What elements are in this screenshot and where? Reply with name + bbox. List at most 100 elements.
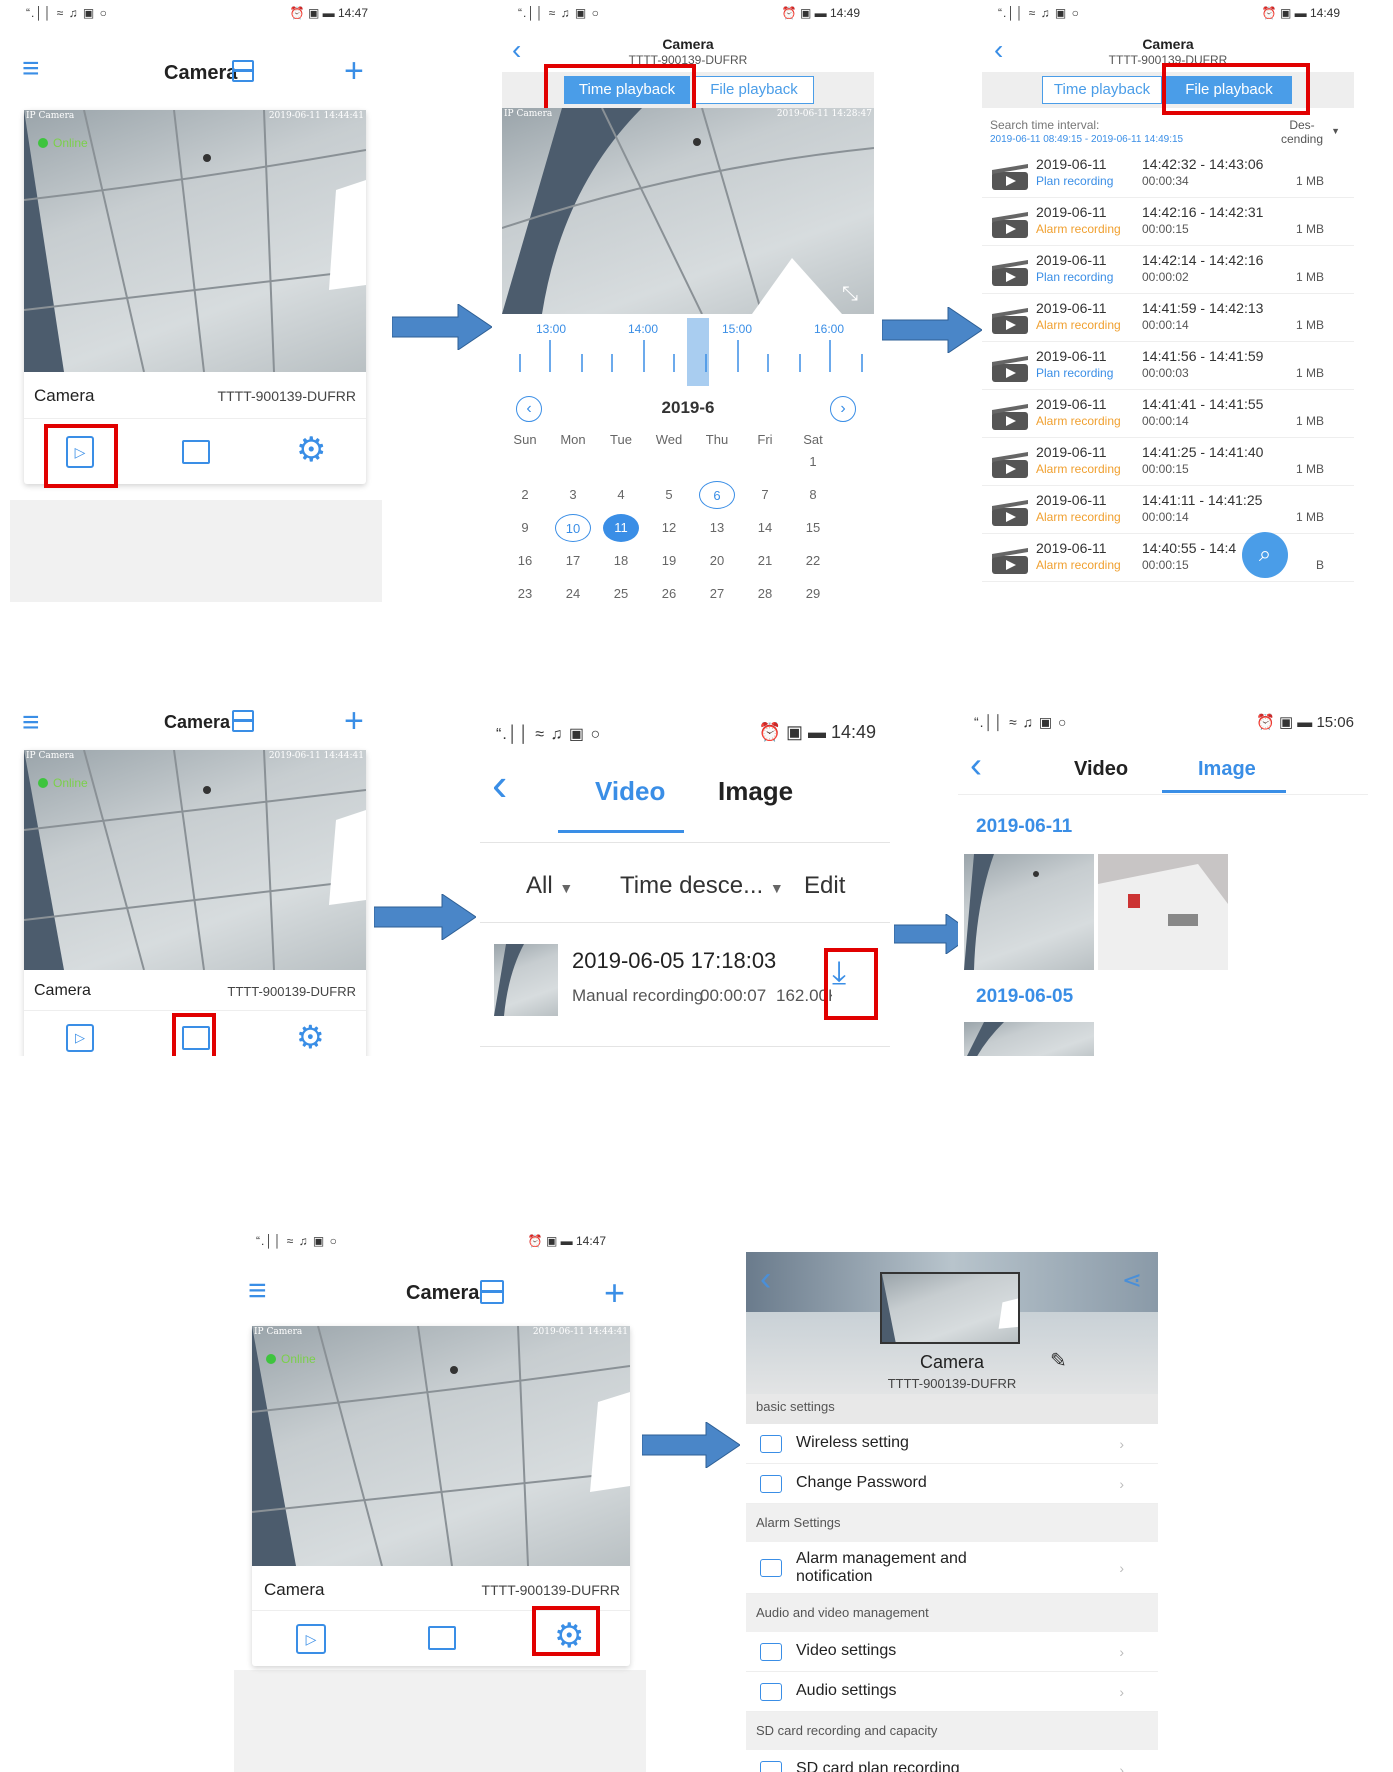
layout-icon[interactable]: [480, 1280, 504, 1304]
record-date: 2019-06-11: [1036, 444, 1107, 460]
calendar-day[interactable]: 7: [750, 481, 780, 509]
calendar-day[interactable]: 1: [798, 448, 828, 476]
divider: [480, 922, 890, 923]
back-icon[interactable]: ‹: [492, 761, 507, 807]
record-row[interactable]: 2019-06-11 Alarm recording 14:41:11 - 14:4…: [982, 486, 1354, 534]
record-date: 2019-06-11: [1036, 300, 1107, 316]
layout-icon[interactable]: [232, 60, 254, 82]
calendar-day[interactable]: 22: [798, 547, 828, 575]
calendar-day[interactable]: 3: [558, 481, 588, 509]
sd-plan-recording[interactable]: SD card plan recording ›: [746, 1750, 1158, 1772]
calendar-day[interactable]: 6: [699, 481, 735, 509]
calendar-day[interactable]: 27: [702, 580, 732, 602]
back-icon[interactable]: ‹: [970, 747, 982, 783]
add-icon[interactable]: +: [344, 702, 364, 741]
calendar-day[interactable]: 25: [606, 580, 636, 602]
menu-icon[interactable]: ≡: [248, 1274, 267, 1306]
calendar-day[interactable]: 23: [510, 580, 540, 602]
calendar-day[interactable]: 17: [558, 547, 588, 575]
calendar-day[interactable]: 26: [654, 580, 684, 602]
tab-image[interactable]: Image: [1198, 758, 1256, 781]
calendar-day[interactable]: 19: [654, 547, 684, 575]
record-size: 1 MB: [1295, 510, 1324, 524]
calendar-day[interactable]: 18: [606, 547, 636, 575]
video-clip-icon: [990, 162, 1030, 190]
camera-preview[interactable]: IP Camera 2019-06-11 14:44:41 Online: [24, 110, 366, 372]
add-icon[interactable]: +: [344, 52, 364, 91]
folder-icon[interactable]: [182, 440, 210, 464]
record-row[interactable]: 2019-06-11 Alarm recording 14:41:25 - 14:4…: [982, 438, 1354, 486]
calendar-day[interactable]: 14: [750, 514, 780, 542]
calendar-day[interactable]: 29: [798, 580, 828, 602]
gear-icon[interactable]: ⚙: [296, 430, 326, 470]
record-row[interactable]: 2019-06-11 Plan recording 14:41:56 - 14:41…: [982, 342, 1354, 390]
record-date: 2019-06-11: [1036, 156, 1107, 172]
status-bar: “.││ ≈ ♫ ▣ ○ ⏰ ▣ ▬ 14:47: [10, 0, 382, 26]
playback-icon[interactable]: ▷: [66, 1024, 94, 1052]
record-row[interactable]: 2019-06-11 Alarm recording 14:41:41 - 14:4…: [982, 390, 1354, 438]
wireless-setting[interactable]: Wireless setting ›: [746, 1424, 1158, 1464]
calendar-day[interactable]: 5: [654, 481, 684, 509]
change-password[interactable]: Change Password ›: [746, 1464, 1158, 1504]
weekday-label: Sun: [513, 432, 537, 447]
record-row[interactable]: 2019-06-11 Plan recording 14:42:14 - 14:42…: [982, 246, 1354, 294]
add-icon[interactable]: +: [604, 1272, 625, 1314]
filter-sort[interactable]: Time desce... ▼: [620, 872, 784, 900]
record-row[interactable]: 2019-06-11 Alarm recording 14:42:16 - 14:4…: [982, 198, 1354, 246]
image-thumbnail[interactable]: [964, 1022, 1094, 1056]
record-row[interactable]: 2019-06-11 Alarm recording 14:41:59 - 14:4…: [982, 294, 1354, 342]
calendar-day[interactable]: 15: [798, 514, 828, 542]
camera-name: Camera: [34, 982, 91, 999]
calendar-day[interactable]: 12: [654, 514, 684, 542]
search-button[interactable]: ⌕: [1242, 532, 1288, 578]
record-row[interactable]: 2019-06-11 Plan recording 14:42:32 - 14:43…: [982, 150, 1354, 198]
calendar-day[interactable]: 21: [750, 547, 780, 575]
calendar-day[interactable]: 16: [510, 547, 540, 575]
chevron-right-icon: ›: [1119, 1684, 1124, 1700]
camera-preview[interactable]: IP Camera 2019-06-11 14:44:41 Online: [252, 1326, 630, 1566]
playback-icon[interactable]: ▷: [296, 1624, 326, 1654]
record-row[interactable]: 2019-06-11 Alarm recording 14:40:55 - 14:4…: [982, 534, 1354, 582]
filter-all[interactable]: All ▼: [526, 872, 573, 900]
sort-dropdown[interactable]: Des- cending ▼: [1272, 118, 1340, 146]
camera-preview[interactable]: IP Camera 2019-06-11 14:28:47 ⤡: [502, 108, 874, 314]
record-type: Alarm recording: [1036, 558, 1121, 572]
calendar-day[interactable]: 4: [606, 481, 636, 509]
gear-icon[interactable]: ⚙: [296, 1018, 325, 1056]
camera-preview[interactable]: IP Camera 2019-06-11 14:44:41 Online: [24, 750, 366, 970]
tab-image[interactable]: Image: [718, 776, 793, 807]
calendar-day[interactable]: 13: [702, 514, 732, 542]
arrow-1: [392, 304, 492, 350]
timeline[interactable]: 13:00 14:00 15:00 16:00: [502, 318, 874, 386]
alarm-management[interactable]: Alarm management and notification ›: [746, 1542, 1158, 1594]
calendar-day[interactable]: 20: [702, 547, 732, 575]
image-thumbnail[interactable]: [1098, 854, 1228, 970]
audio-settings[interactable]: Audio settings ›: [746, 1672, 1158, 1712]
calendar-day[interactable]: 2: [510, 481, 540, 509]
calendar-day[interactable]: 24: [558, 580, 588, 602]
folder-icon[interactable]: [428, 1626, 456, 1650]
edit-icon[interactable]: ✎: [1050, 1348, 1067, 1373]
calendar-day[interactable]: 28: [750, 580, 780, 602]
back-icon[interactable]: ‹: [760, 1260, 771, 1299]
tab-video[interactable]: Video: [1074, 758, 1128, 781]
share-icon[interactable]: ⋖: [1122, 1266, 1142, 1295]
edit-button[interactable]: Edit: [804, 872, 845, 900]
video-clip-icon: [990, 210, 1030, 238]
calendar-day[interactable]: 8: [798, 481, 828, 509]
menu-icon[interactable]: ≡: [22, 708, 40, 738]
weekday-label: Tue: [610, 432, 632, 447]
layout-icon[interactable]: [232, 710, 254, 732]
next-month-icon[interactable]: ›: [830, 396, 856, 422]
video-settings[interactable]: Video settings ›: [746, 1632, 1158, 1672]
tab-time-playback[interactable]: Time playback: [1042, 76, 1162, 104]
tab-video[interactable]: Video: [595, 776, 665, 807]
calendar-day[interactable]: 9: [510, 514, 540, 542]
section-basic: basic settings: [746, 1394, 1158, 1424]
calendar-day[interactable]: 10: [555, 514, 591, 542]
calendar-day[interactable]: 11: [603, 514, 639, 542]
tab-file-playback[interactable]: File playback: [694, 76, 814, 104]
menu-icon[interactable]: ≡: [22, 54, 40, 84]
image-thumbnail[interactable]: [964, 854, 1094, 970]
fullscreen-icon[interactable]: ⤡: [842, 283, 858, 306]
